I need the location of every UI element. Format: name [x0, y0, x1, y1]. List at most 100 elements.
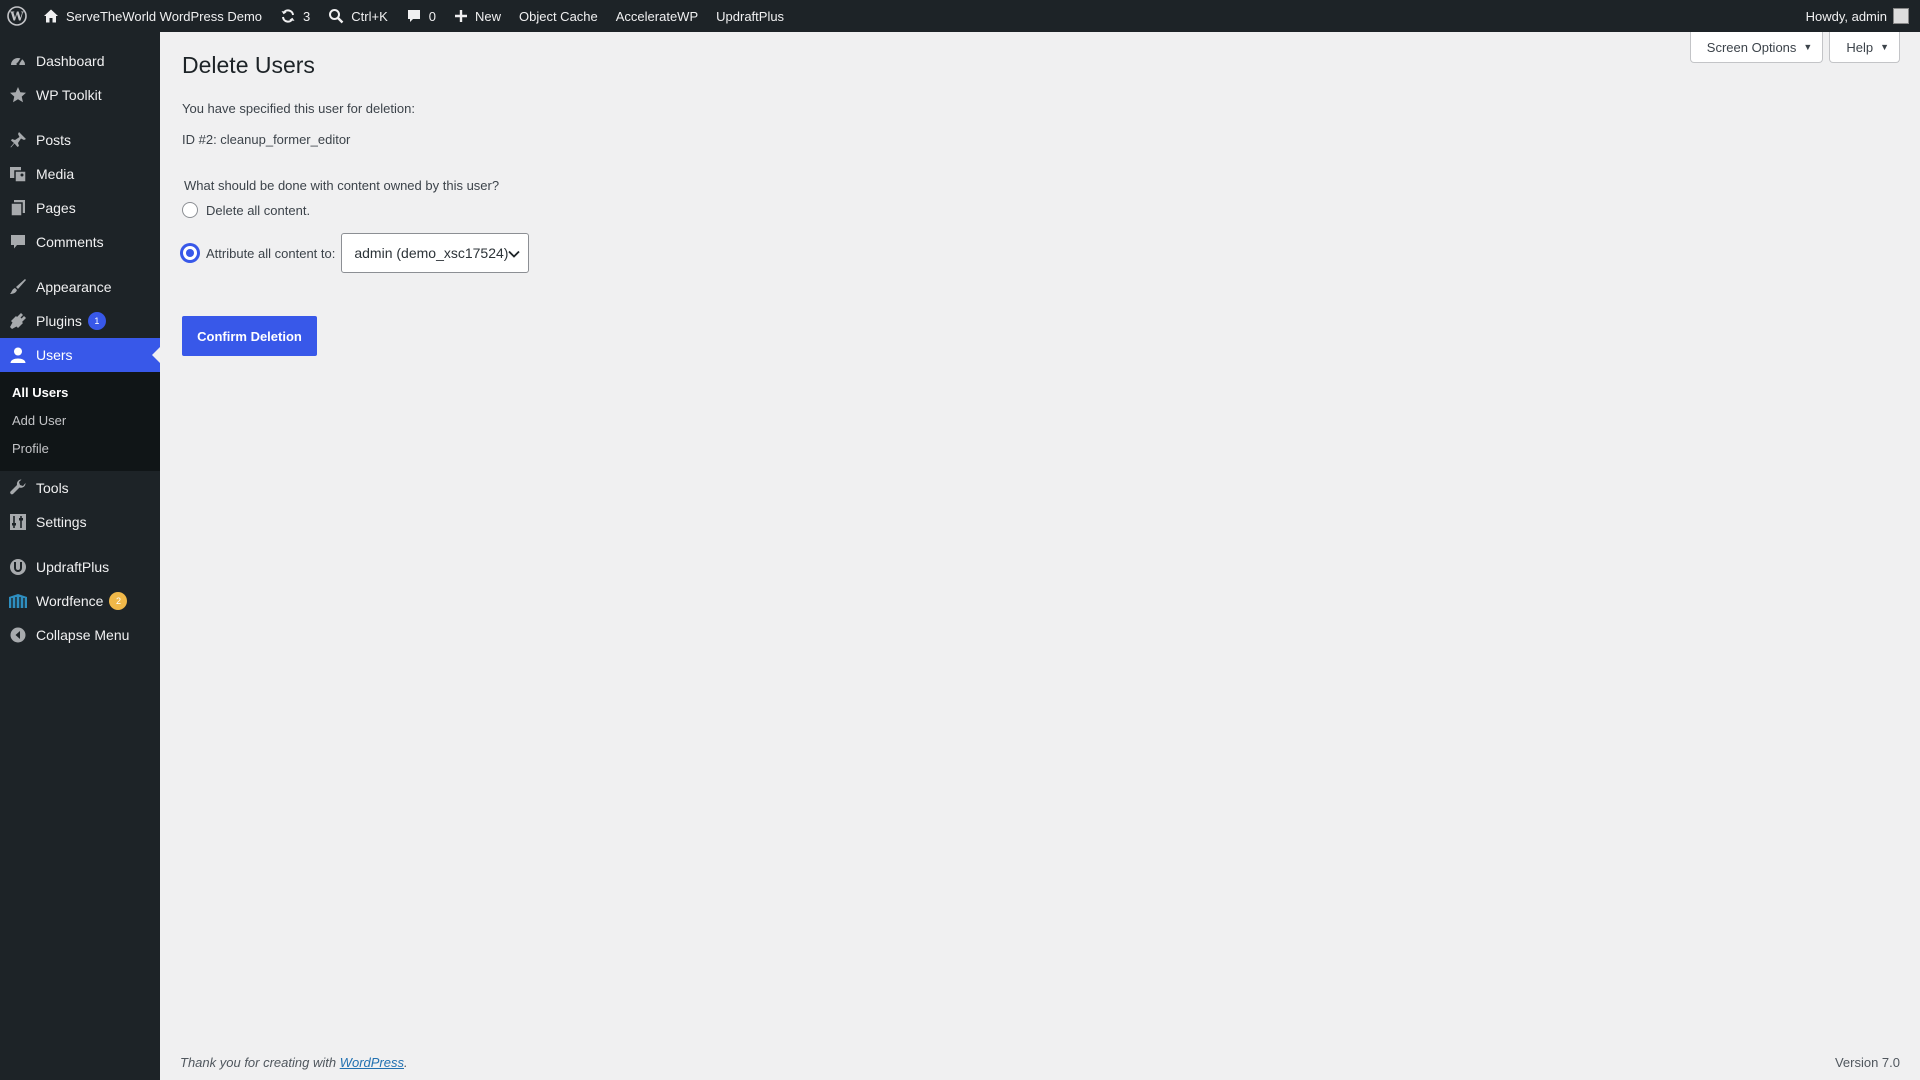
help-button[interactable]: Help ▼	[1829, 32, 1900, 63]
content-question: What should be done with content owned b…	[184, 178, 500, 193]
sidebar-item-updraftplus[interactable]: UpdraftPlus	[0, 550, 160, 584]
submenu-all-users[interactable]: All Users	[0, 379, 160, 407]
svg-text:W: W	[9, 10, 24, 24]
new-label: New	[474, 8, 501, 24]
footer-thanks-suffix: .	[404, 1055, 408, 1070]
updates-icon	[280, 8, 296, 24]
sidebar-item-appearance[interactable]: Appearance	[0, 270, 160, 304]
sidebar-item-label: WP Toolkit	[36, 87, 102, 103]
delete-content-radio[interactable]	[182, 202, 198, 218]
pages-icon	[8, 198, 28, 218]
sidebar-item-label: Dashboard	[36, 53, 105, 69]
sidebar-item-label: Plugins	[36, 313, 82, 329]
acceleratewp-menu[interactable]: AccelerateWP	[607, 0, 707, 32]
sidebar-item-plugins[interactable]: Plugins 1	[0, 304, 160, 338]
dashboard-icon	[8, 51, 28, 71]
deletion-intro-text: You have specified this user for deletio…	[182, 101, 415, 116]
sidebar-item-label: Collapse Menu	[36, 627, 130, 643]
confirm-deletion-button[interactable]: Confirm Deletion	[182, 316, 317, 356]
sidebar-item-label: Users	[36, 347, 73, 363]
footer-version: Version 7.0	[1834, 1055, 1900, 1070]
updates-link[interactable]: 3	[271, 0, 319, 32]
sidebar-item-label: Appearance	[36, 279, 112, 295]
page-title: Delete Users	[182, 52, 315, 78]
admin-sidebar: Dashboard WP Toolkit Posts Media Pages C…	[0, 32, 160, 1080]
sidebar-item-posts[interactable]: Posts	[0, 123, 160, 157]
sidebar-item-label: Settings	[36, 514, 87, 530]
attribute-content-radio[interactable]	[182, 245, 198, 261]
object-cache-label: Object Cache	[519, 8, 598, 24]
caret-down-icon: ▼	[1803, 42, 1813, 52]
comments-icon	[8, 232, 28, 252]
site-name-link[interactable]: ServeTheWorld WordPress Demo	[34, 0, 271, 32]
submenu-add-user[interactable]: Add User	[0, 407, 160, 435]
plugin-icon	[8, 311, 28, 331]
sidebar-item-wordfence[interactable]: Wordfence 2	[0, 584, 160, 618]
sidebar-item-tools[interactable]: Tools	[0, 471, 160, 505]
updates-count: 3	[303, 8, 311, 24]
submenu-profile[interactable]: Profile	[0, 435, 160, 463]
plus-icon	[454, 9, 468, 23]
updraftplus-menu[interactable]: UpdraftPlus	[707, 0, 793, 32]
plugins-update-badge: 1	[87, 312, 106, 330]
paintbrush-icon	[8, 277, 28, 297]
my-account-menu[interactable]: Howdy, admin	[1797, 0, 1920, 32]
search-icon	[328, 8, 344, 24]
delete-content-option[interactable]: Delete all content.	[182, 202, 310, 218]
updraftplus-label: UpdraftPlus	[716, 8, 785, 24]
wordfence-alert-badge: 2	[109, 592, 128, 610]
sidebar-item-label: UpdraftPlus	[36, 559, 110, 575]
user-to-delete: ID #2: cleanup_former_editor	[182, 132, 351, 147]
users-submenu: All Users Add User Profile	[0, 372, 160, 471]
attribute-user-select[interactable]: admin (demo_xsc17524)	[341, 233, 530, 273]
attribute-content-option[interactable]: Attribute all content to: admin (demo_xs…	[182, 233, 530, 273]
sidebar-item-comments[interactable]: Comments	[0, 225, 160, 259]
wrench-icon	[8, 478, 28, 498]
wordpress-link[interactable]: WordPress	[340, 1055, 404, 1070]
new-content-menu[interactable]: New	[445, 0, 510, 32]
screen-options-button[interactable]: Screen Options ▼	[1689, 32, 1824, 63]
site-name: ServeTheWorld WordPress Demo	[66, 8, 263, 24]
attribute-content-label[interactable]: Attribute all content to:	[206, 246, 335, 261]
search-shortcut[interactable]: Ctrl+K	[319, 0, 396, 32]
wordpress-logo-icon: W	[7, 6, 27, 26]
collapse-icon	[8, 625, 28, 645]
howdy-text: Howdy, admin	[1805, 8, 1887, 24]
acceleratewp-label: AccelerateWP	[615, 8, 699, 24]
delete-content-label[interactable]: Delete all content.	[206, 203, 310, 218]
caret-down-icon: ▼	[1880, 42, 1889, 52]
help-label: Help	[1846, 39, 1874, 55]
sidebar-item-label: Posts	[36, 132, 72, 148]
sidebar-item-pages[interactable]: Pages	[0, 191, 160, 225]
avatar	[1893, 8, 1909, 24]
object-cache-menu[interactable]: Object Cache	[510, 0, 607, 32]
comments-count: 0	[428, 8, 436, 24]
search-shortcut-label: Ctrl+K	[351, 8, 388, 24]
updraftplus-icon	[8, 557, 28, 577]
media-icon	[8, 164, 28, 184]
sidebar-item-settings[interactable]: Settings	[0, 505, 160, 539]
users-icon	[8, 345, 28, 365]
comment-icon	[406, 8, 422, 24]
wordfence-icon	[8, 591, 28, 611]
star-icon	[8, 85, 28, 105]
sidebar-collapse-menu[interactable]: Collapse Menu	[0, 618, 160, 652]
wordpress-logo-menu[interactable]: W	[0, 0, 34, 32]
main-content: Screen Options ▼ Help ▼ Delete Users You…	[160, 32, 1920, 1080]
sidebar-item-dashboard[interactable]: Dashboard	[0, 44, 160, 78]
chevron-down-icon	[508, 245, 521, 261]
sidebar-item-media[interactable]: Media	[0, 157, 160, 191]
attribute-user-select-value: admin (demo_xsc17524)	[354, 245, 509, 261]
home-icon	[43, 8, 59, 24]
sidebar-item-label: Pages	[36, 200, 76, 216]
sidebar-item-users[interactable]: Users	[0, 338, 160, 372]
comments-link[interactable]: 0	[397, 0, 445, 32]
sidebar-item-label: Media	[36, 166, 75, 182]
admin-bar: W ServeTheWorld WordPress Demo 3 Ctrl+K …	[0, 0, 1920, 32]
pushpin-icon	[8, 130, 28, 150]
sidebar-item-label: Wordfence	[36, 593, 104, 609]
sidebar-item-label: Comments	[36, 234, 104, 250]
sidebar-item-wp-toolkit[interactable]: WP Toolkit	[0, 78, 160, 112]
screen-meta-links: Screen Options ▼ Help ▼	[1689, 32, 1900, 63]
footer-thanks-prefix: Thank you for creating with	[180, 1055, 340, 1070]
